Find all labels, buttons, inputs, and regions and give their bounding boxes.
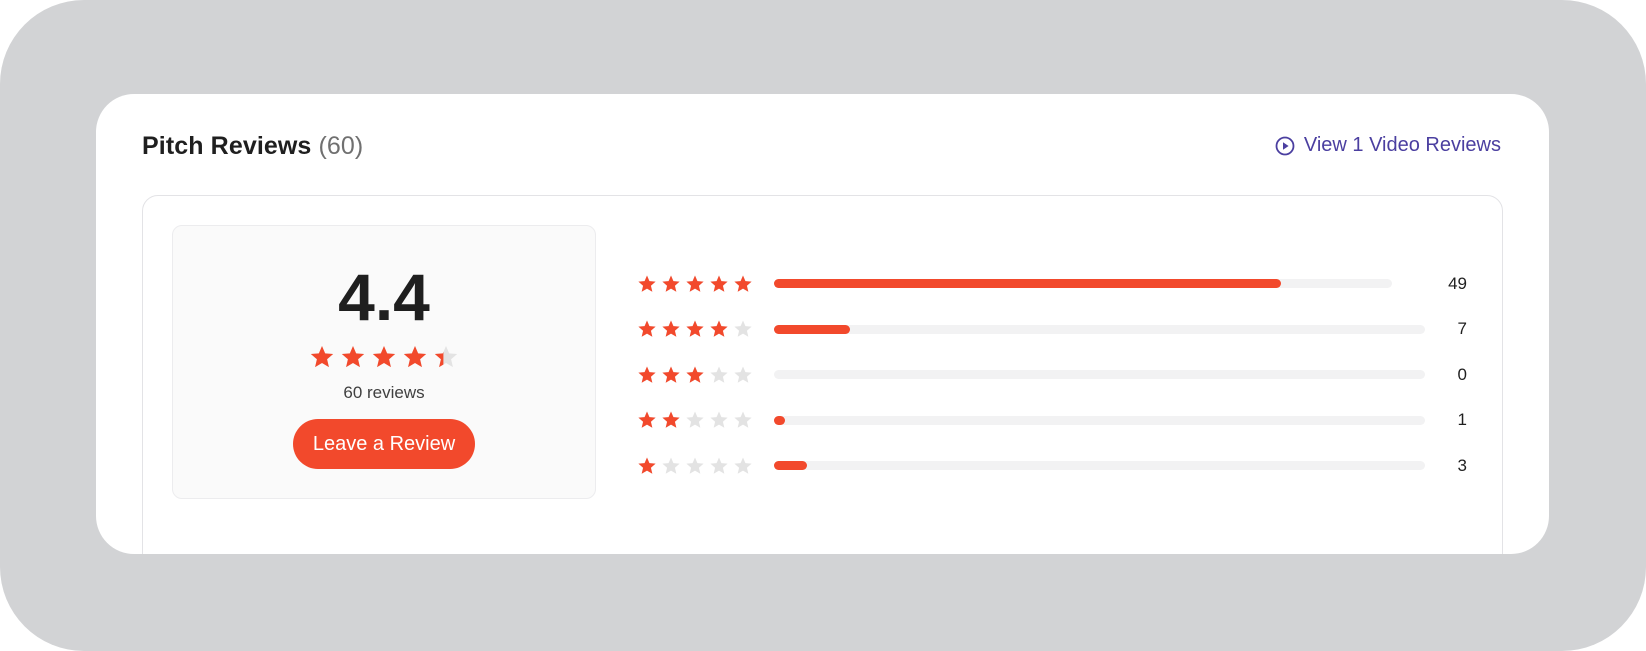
reviews-card: Pitch Reviews (60) View 1 Video Reviews … [96, 94, 1549, 554]
rating-bar-track [774, 461, 1425, 471]
section-title: Pitch Reviews (60) [142, 132, 363, 161]
rating-bar-fill [774, 415, 785, 425]
average-star-rating [173, 344, 595, 370]
section-title-text: Pitch Reviews [142, 132, 312, 160]
row-star-rating [637, 319, 767, 339]
star-empty-icon [686, 457, 704, 474]
star-half-icon [434, 345, 458, 368]
star-empty-icon [734, 320, 752, 337]
star-filled-icon [403, 345, 427, 368]
star-filled-icon [310, 345, 334, 368]
rating-row-2-star[interactable]: 1 [637, 398, 1467, 444]
rating-row-5-star[interactable]: 49 [637, 261, 1467, 307]
row-star-rating [637, 456, 767, 476]
ratings-panel: 4.4 60 reviews Leave a Review 49 7 0 1 3 [142, 195, 1503, 554]
rating-bar-fill [774, 324, 851, 334]
view-video-reviews-label: View 1 Video Reviews [1303, 134, 1501, 156]
rating-row-count: 3 [1457, 455, 1467, 475]
star-empty-icon [734, 366, 752, 383]
rating-bar-track [774, 279, 1392, 289]
star-filled-icon [686, 275, 704, 292]
star-empty-icon [686, 411, 704, 428]
star-filled-icon [638, 457, 656, 474]
rating-row-1-star[interactable]: 3 [637, 443, 1467, 489]
star-filled-icon [662, 275, 680, 292]
star-empty-icon [710, 366, 728, 383]
row-star-rating [637, 274, 767, 294]
average-rating: 4.4 [338, 260, 430, 334]
star-filled-icon [638, 411, 656, 428]
view-video-reviews-link[interactable]: View 1 Video Reviews [1275, 134, 1501, 157]
rating-bar-track [774, 370, 1425, 380]
review-total-count: (60) [318, 132, 364, 160]
star-filled-icon [638, 366, 656, 383]
star-empty-icon [662, 457, 680, 474]
play-circle-icon [1275, 136, 1295, 156]
star-empty-icon [734, 457, 752, 474]
rating-row-4-star[interactable]: 7 [637, 307, 1467, 353]
rating-distribution: 49 7 0 1 3 [637, 261, 1467, 489]
rating-bar-track [774, 324, 1425, 334]
star-filled-icon [341, 345, 365, 368]
star-filled-icon [686, 366, 704, 383]
star-filled-icon [638, 275, 656, 292]
row-star-rating [637, 365, 767, 385]
rating-row-3-star[interactable]: 0 [637, 352, 1467, 398]
rating-row-count: 7 [1457, 319, 1467, 339]
star-empty-icon [710, 457, 728, 474]
rating-bar-fill [774, 461, 807, 471]
rating-bar-track [774, 415, 1425, 425]
star-filled-icon [734, 275, 752, 292]
star-filled-icon [662, 366, 680, 383]
rating-row-count: 0 [1457, 364, 1467, 384]
leave-review-button[interactable]: Leave a Review [293, 419, 475, 469]
row-star-rating [637, 410, 767, 430]
rating-bar-fill [774, 279, 1281, 289]
star-filled-icon [710, 275, 728, 292]
rating-row-count: 49 [1448, 273, 1467, 293]
star-filled-icon [662, 320, 680, 337]
star-empty-icon [734, 411, 752, 428]
rating-row-count: 1 [1457, 410, 1467, 430]
star-filled-icon [662, 411, 680, 428]
star-filled-icon [638, 320, 656, 337]
star-filled-icon [372, 345, 396, 368]
star-filled-icon [686, 320, 704, 337]
review-count-label: 60 reviews [343, 383, 425, 402]
star-filled-icon [710, 320, 728, 337]
star-empty-icon [710, 411, 728, 428]
rating-summary: 4.4 60 reviews Leave a Review [172, 225, 596, 499]
